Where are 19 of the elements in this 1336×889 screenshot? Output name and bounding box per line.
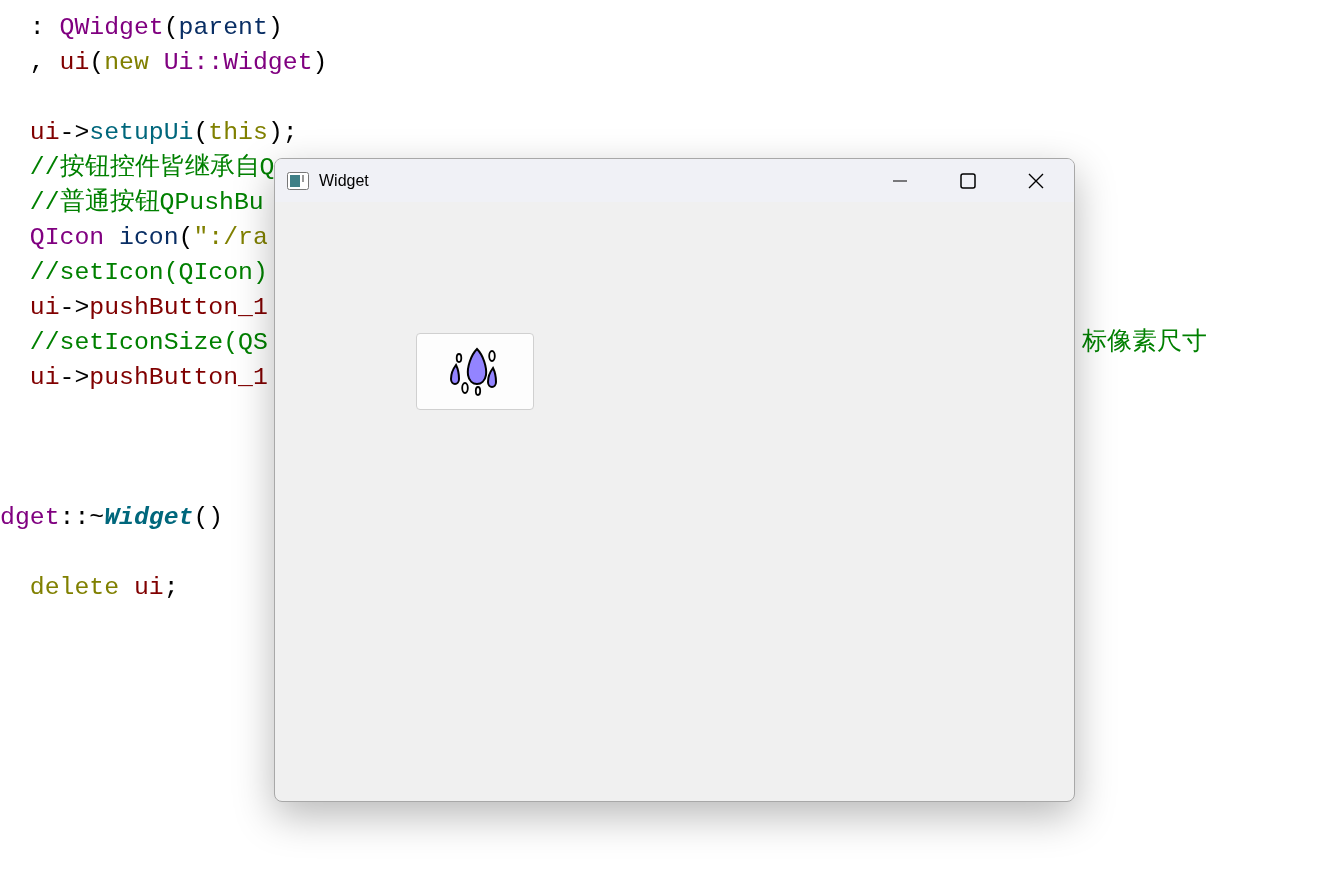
- code-comment: 标像素尺寸: [1082, 327, 1207, 358]
- close-icon: [1028, 172, 1044, 189]
- code-line: dget::~Widget(): [0, 502, 224, 533]
- code-line: ui->pushButton_1: [29, 362, 268, 393]
- code-line: ui->setupUi(this);: [29, 117, 298, 148]
- code-comment: //setIconSize(QS: [29, 327, 268, 358]
- code-line: ui->pushButton_1: [29, 292, 268, 323]
- icon-button[interactable]: [416, 333, 534, 410]
- code-comment: //按钮控件皆继承自Q: [29, 152, 275, 183]
- minimize-icon: [893, 179, 907, 182]
- maximize-icon: [960, 172, 976, 189]
- app-icon: [287, 171, 309, 190]
- code-line: , ui(new Ui::Widget): [29, 47, 328, 78]
- code-line: delete ui;: [29, 572, 179, 603]
- code-comment: //setIcon(QIcon): [29, 257, 268, 288]
- code-line: : QWidget(parent): [29, 12, 283, 43]
- code-line: QIcon icon(":/ra: [29, 222, 268, 253]
- window-title: Widget: [319, 171, 370, 190]
- code-comment: //普通按钮QPushBu: [29, 186, 264, 218]
